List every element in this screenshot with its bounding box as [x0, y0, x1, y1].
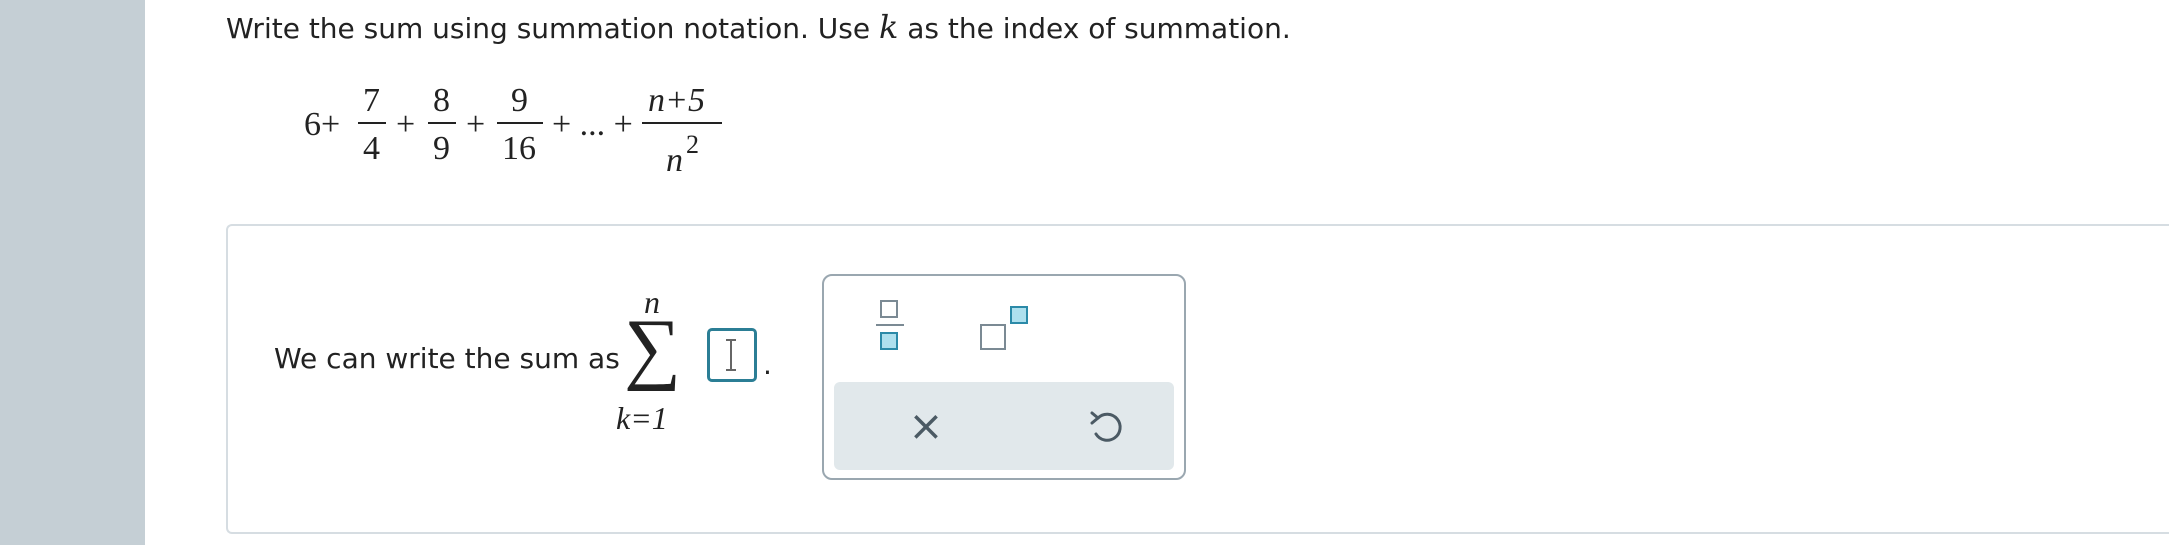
answer-panel: [226, 224, 2169, 534]
math-palette: ×: [822, 274, 1186, 480]
undo-icon: [1090, 411, 1122, 442]
term-1-denominator: 4: [363, 130, 380, 167]
sigma-lower-limit: k=1: [616, 400, 668, 437]
exponent-icon-power: [1010, 306, 1028, 324]
sigma-lower-text: k=1: [616, 400, 668, 436]
term-3-bar: [497, 122, 543, 124]
text-cursor-icon: [726, 339, 736, 371]
term-3-numerator: 9: [511, 82, 528, 119]
plus-sign: +: [466, 106, 486, 143]
answer-label: We can write the sum as: [274, 342, 620, 375]
last-term-numerator: n+5: [648, 82, 705, 119]
ellipsis: + ... +: [552, 106, 633, 143]
exponent-button[interactable]: [980, 306, 1034, 360]
fraction-icon-bar: [876, 324, 904, 326]
term-1-bar: [358, 122, 386, 124]
undo-button[interactable]: [1084, 404, 1130, 450]
series-lead: 6+: [304, 106, 341, 143]
term-2-bar: [428, 122, 456, 124]
prompt-text-1: Write the sum using summation notation. …: [226, 12, 879, 45]
fraction-icon: [880, 300, 898, 318]
palette-action-bar: ×: [834, 382, 1174, 470]
last-term-bar: [642, 122, 722, 124]
question-prompt: Write the sum using summation notation. …: [226, 8, 1291, 46]
summand-input[interactable]: [707, 328, 757, 382]
fraction-button[interactable]: [876, 300, 904, 358]
close-icon: ×: [908, 401, 944, 450]
last-term-den-base: n: [666, 142, 683, 179]
fraction-icon-denominator: [880, 332, 898, 350]
term-2-numerator: 8: [433, 82, 450, 119]
plus-sign: +: [396, 106, 416, 143]
term-1-numerator: 7: [363, 82, 380, 119]
left-rail: [0, 0, 145, 545]
prompt-text-2: as the index of summation.: [898, 12, 1291, 45]
answer-period: .: [763, 348, 772, 381]
prompt-index-variable: k: [878, 8, 899, 46]
sigma-symbol: ∑: [624, 304, 682, 392]
clear-button[interactable]: ×: [902, 402, 950, 450]
exponent-icon: [980, 324, 1006, 350]
term-2-denominator: 9: [433, 130, 450, 167]
last-term-den-exponent: 2: [686, 130, 699, 159]
term-3-denominator: 16: [502, 130, 536, 167]
